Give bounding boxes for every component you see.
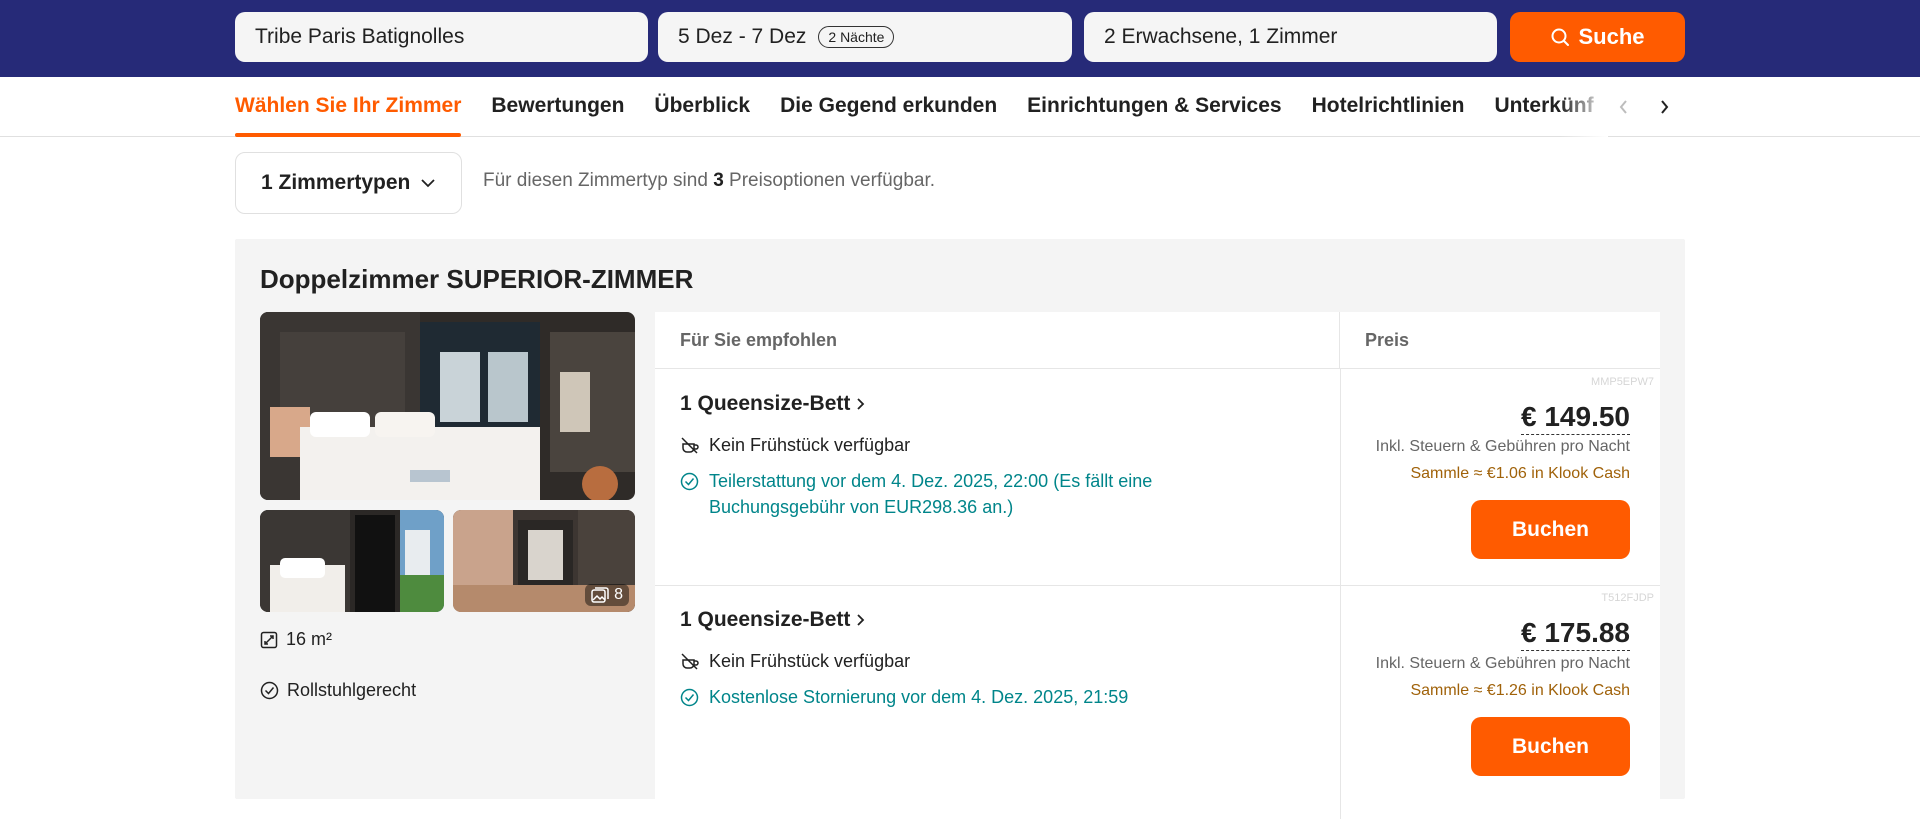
book-button[interactable]: Buchen	[1471, 500, 1630, 559]
breakfast-info: Kein Frühstück verfügbar	[680, 432, 910, 458]
refund-policy-line2: Buchungsgebühr von EUR298.36 an.)	[709, 497, 1014, 517]
tab-reviews[interactable]: Bewertungen	[491, 77, 624, 137]
check-circle-icon	[260, 681, 279, 700]
room-photo-window	[260, 510, 444, 612]
chevron-right-icon	[857, 614, 865, 626]
wheelchair-accessible: Rollstuhlgerecht	[260, 680, 416, 701]
refund-policy: Teilerstattung vor dem 4. Dez. 2025, 22:…	[680, 468, 1229, 520]
expand-icon	[260, 631, 278, 648]
refund-policy-text: Teilerstattung vor dem 4. Dez. 2025, 22:…	[709, 468, 1229, 520]
tab-policies[interactable]: Hotelrichtlinien	[1312, 77, 1465, 137]
info-count: 3	[713, 170, 724, 191]
chevron-right-icon	[857, 398, 865, 410]
room-photo-main[interactable]	[260, 312, 635, 500]
rate-code: T512FJDP	[1601, 592, 1654, 604]
room-type-label: 1 Zimmertypen	[261, 171, 411, 194]
breakfast-label: Kein Frühstück verfügbar	[709, 435, 911, 455]
info-suffix: Preisoptionen verfügbar.	[723, 170, 936, 191]
search-header: Tribe Paris Batignolles 5 Dez - 7 Dez 2 …	[0, 0, 1920, 77]
tab-choose-room[interactable]: Wählen Sie Ihr Zimmer	[235, 77, 462, 137]
klook-cash: Sammle ≈ €1.06 in Klook Cash	[1410, 465, 1630, 482]
bed-type-link[interactable]: 1 Queensize-Bett	[680, 608, 865, 632]
no-breakfast-icon	[681, 437, 699, 454]
refund-policy-line1: Teilerstattung vor dem 4. Dez. 2025, 22:…	[709, 471, 1153, 491]
table-header-price: Preis	[1340, 312, 1660, 369]
breakfast-info: Kein Frühstück verfügbar	[680, 648, 910, 674]
room-photo-3[interactable]: 8	[453, 510, 635, 612]
book-button[interactable]: Buchen	[1471, 717, 1630, 776]
cancellation-policy-text: Kostenlose Stornierung vor dem 4. Dez. 2…	[709, 687, 1129, 707]
search-button[interactable]: Suche	[1510, 12, 1685, 62]
chevron-down-icon	[421, 179, 436, 188]
price-note: Inkl. Steuern & Gebühren pro Nacht	[1375, 438, 1630, 455]
price-value: € 175.88	[1521, 616, 1630, 651]
no-breakfast-icon	[681, 653, 699, 670]
nights-badge: 2 Nächte	[818, 26, 895, 48]
tab-explore-area[interactable]: Die Gegend erkunden	[780, 77, 997, 137]
photo-count-badge[interactable]: 8	[585, 584, 629, 606]
cancellation-policy: Kostenlose Stornierung vor dem 4. Dez. 2…	[680, 684, 1128, 710]
gallery-icon	[591, 587, 609, 603]
bed-type-link[interactable]: 1 Queensize-Bett	[680, 392, 865, 416]
date-range: 5 Dez - 7 Dez	[678, 25, 807, 48]
room-size-value: 16 m²	[286, 629, 333, 649]
chevron-left-icon	[1619, 100, 1627, 114]
breakfast-label: Kein Frühstück verfügbar	[709, 651, 911, 671]
search-icon	[1551, 28, 1570, 46]
info-prefix: Für diesen Zimmertyp sind	[483, 170, 714, 191]
table-header-recommended: Für Sie empfohlen	[655, 312, 1340, 369]
column-divider	[1340, 369, 1341, 819]
search-button-label: Suche	[1578, 24, 1645, 49]
room-photo-2[interactable]	[260, 510, 444, 612]
rate-code: MMP5EPW7	[1591, 376, 1654, 388]
hotel-name: Tribe Paris Batignolles	[255, 25, 465, 48]
klook-cash: Sammle ≈ €1.26 in Klook Cash	[1410, 682, 1630, 699]
accessibility-label: Rollstuhlgerecht	[287, 680, 417, 700]
section-tabs: Wählen Sie Ihr Zimmer Bewertungen Überbl…	[0, 77, 1920, 137]
guests-field[interactable]: 2 Erwachsene, 1 Zimmer	[1084, 12, 1497, 62]
bed-type-label: 1 Queensize-Bett	[680, 392, 851, 415]
price-options-info: Für diesen Zimmertyp sind 3 Preisoptione…	[483, 170, 935, 192]
price-value: € 149.50	[1521, 400, 1630, 435]
check-circle-icon	[680, 472, 699, 491]
tab-track: Wählen Sie Ihr Zimmer Bewertungen Überbl…	[235, 77, 1608, 137]
price-note: Inkl. Steuern & Gebühren pro Nacht	[1375, 655, 1630, 672]
room-photo-bedroom	[260, 312, 635, 500]
date-range-field[interactable]: 5 Dez - 7 Dez 2 Nächte	[658, 12, 1072, 62]
rate-table: Für Sie empfohlen Preis 1 Queensize-Bett…	[655, 312, 1660, 819]
row-divider	[655, 585, 1660, 586]
room-type-dropdown[interactable]: 1 Zimmertypen	[235, 152, 462, 214]
tab-facilities[interactable]: Einrichtungen & Services	[1027, 77, 1281, 137]
guests-summary: 2 Erwachsene, 1 Zimmer	[1104, 25, 1338, 48]
room-size: 16 m²	[260, 629, 332, 650]
tab-fade	[1560, 77, 1608, 137]
tabs-next-button[interactable]	[1652, 95, 1676, 119]
room-title: Doppelzimmer SUPERIOR-ZIMMER	[260, 264, 694, 294]
tabs-prev-button[interactable]	[1612, 95, 1636, 119]
room-card: Doppelzimmer SUPERIOR-ZIMMER 8 16 m² Rol…	[235, 239, 1685, 819]
photo-count: 8	[614, 586, 623, 603]
hotel-search-field[interactable]: Tribe Paris Batignolles	[235, 12, 648, 62]
tab-overview[interactable]: Überblick	[654, 77, 750, 137]
chevron-right-icon	[1661, 100, 1669, 114]
bed-type-label: 1 Queensize-Bett	[680, 608, 851, 631]
check-circle-icon	[680, 688, 699, 707]
